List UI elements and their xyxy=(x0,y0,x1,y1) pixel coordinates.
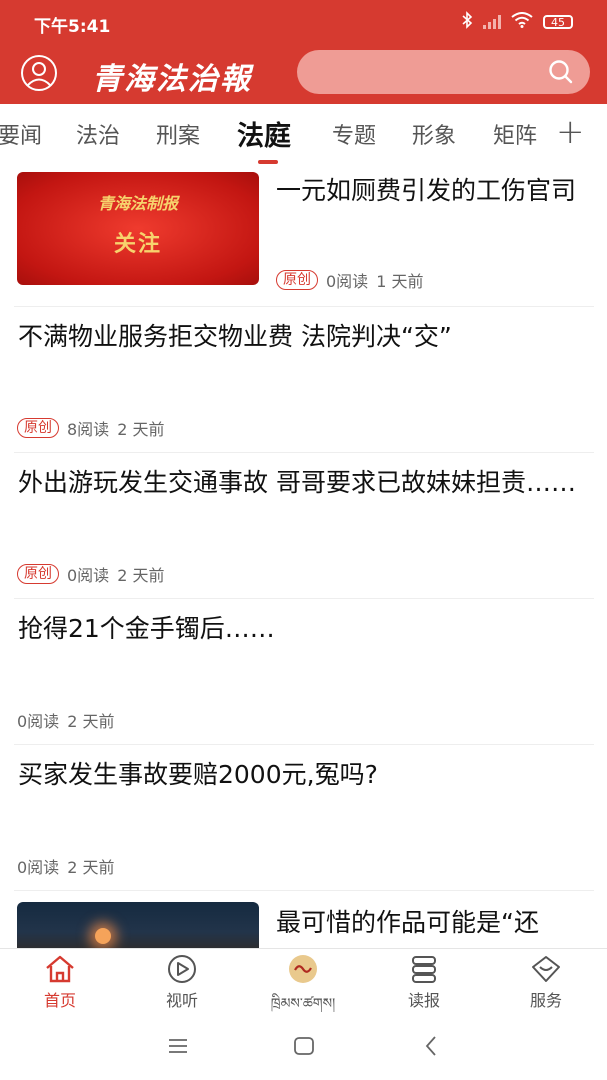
bottom-navigation: 首页 视听 ཁྲིམས་ཚགས། 读报 服务 xyxy=(0,948,607,1013)
nav-label: 读报 xyxy=(407,991,440,1010)
original-badge: 原创 xyxy=(17,418,59,438)
service-icon xyxy=(532,956,560,982)
wifi-icon xyxy=(511,12,533,32)
news-meta: 0阅读 2 天前 xyxy=(17,854,114,878)
news-title: 一元如厕费引发的工伤官司 xyxy=(276,176,577,205)
back-icon[interactable] xyxy=(420,1034,444,1058)
thumbnail-caption: 关注 xyxy=(113,232,162,257)
home-icon xyxy=(46,955,74,983)
nav-home[interactable]: 首页 xyxy=(15,953,105,1011)
news-item[interactable]: 抢得21个金手镯后…… 0阅读 2 天前 xyxy=(14,598,594,745)
news-item[interactable]: 外出游玩发生交通事故 哥哥要求已故妹妹担责…… 原创 0阅读 2 天前 xyxy=(14,452,594,599)
nav-service[interactable]: 服务 xyxy=(501,953,591,1011)
newspaper-icon xyxy=(412,956,436,983)
tab-xingan[interactable]: 刑案 xyxy=(156,118,200,150)
publish-time: 2 天前 xyxy=(117,420,165,439)
news-meta: 原创 0阅读 2 天前 xyxy=(17,562,164,586)
tab-xingxiang[interactable]: 形象 xyxy=(412,118,456,150)
add-tab-button[interactable]: + xyxy=(556,112,585,152)
news-title: 最可惜的作品可能是“还 xyxy=(276,908,539,937)
news-meta: 原创 0阅读 1 天前 xyxy=(276,268,423,292)
publish-time: 2 天前 xyxy=(67,858,115,877)
tab-fating[interactable]: 法庭 xyxy=(237,114,291,153)
read-count: 0阅读 xyxy=(17,858,60,877)
nav-label: 视听 xyxy=(165,991,198,1010)
news-thumbnail xyxy=(17,902,259,948)
read-count: 0阅读 xyxy=(326,272,369,291)
category-tabs: 要闻 法治 刑案 法庭 专题 形象 矩阵 + xyxy=(0,104,607,170)
thumbnail-logo: 青海法制报 xyxy=(97,194,178,213)
search-bar[interactable] xyxy=(297,50,590,94)
home-square-icon[interactable] xyxy=(292,1034,316,1058)
user-icon xyxy=(21,55,57,91)
news-item[interactable]: 最可惜的作品可能是“还 xyxy=(14,890,594,948)
news-thumbnail: 青海法制报 关注 xyxy=(17,172,259,285)
nav-newspaper[interactable]: 读报 xyxy=(379,953,469,1011)
news-title: 不满物业服务拒交物业费 法院判决“交” xyxy=(18,322,452,351)
news-title: 抢得21个金手镯后…… xyxy=(18,614,275,643)
nav-label: 服务 xyxy=(529,991,562,1010)
publish-time: 2 天前 xyxy=(117,566,165,585)
read-count: 0阅读 xyxy=(17,712,60,731)
user-profile-button[interactable] xyxy=(20,54,58,92)
battery-icon: 45 xyxy=(543,15,573,29)
menu-icon[interactable] xyxy=(166,1034,190,1058)
status-icons: 45 xyxy=(461,10,573,34)
read-count: 0阅读 xyxy=(67,566,110,585)
read-count: 8阅读 xyxy=(67,420,110,439)
news-item[interactable]: 青海法制报 关注 一元如厕费引发的工伤官司 原创 0阅读 1 天前 xyxy=(14,170,594,307)
nav-label: 首页 xyxy=(43,991,76,1010)
news-meta: 0阅读 2 天前 xyxy=(17,708,114,732)
status-time: 下午5:41 xyxy=(34,17,111,37)
nav-video[interactable]: 视听 xyxy=(137,953,227,1011)
active-tab-indicator xyxy=(258,160,278,164)
news-title: 买家发生事故要赔2000元,冤吗? xyxy=(18,760,378,789)
system-navigation-bar xyxy=(0,1012,607,1080)
news-meta: 原创 8阅读 2 天前 xyxy=(17,416,164,440)
tab-yaowen[interactable]: 要闻 xyxy=(0,118,42,150)
tab-juzhen[interactable]: 矩阵 xyxy=(493,118,537,150)
tab-fazhi[interactable]: 法治 xyxy=(76,118,120,150)
bluetooth-icon xyxy=(461,11,473,33)
tab-zhuanti[interactable]: 专题 xyxy=(332,118,376,150)
app-logo: 青海法治報 xyxy=(92,62,252,97)
news-item[interactable]: 不满物业服务拒交物业费 法院判决“交” 原创 8阅读 2 天前 xyxy=(14,306,594,453)
original-badge: 原创 xyxy=(276,270,318,290)
search-icon[interactable] xyxy=(548,59,574,85)
nav-label: ཁྲིམས་ཚགས། xyxy=(270,996,336,1012)
tibetan-logo-icon xyxy=(289,955,317,983)
original-badge: 原创 xyxy=(17,564,59,584)
news-item[interactable]: 买家发生事故要赔2000元,冤吗? 0阅读 2 天前 xyxy=(14,744,594,891)
publish-time: 1 天前 xyxy=(376,272,424,291)
app-header: 下午5:41 45 青海法治報 xyxy=(0,0,607,104)
publish-time: 2 天前 xyxy=(67,712,115,731)
cellular-signal-icon xyxy=(483,15,501,29)
play-icon xyxy=(168,955,196,983)
news-title: 外出游玩发生交通事故 哥哥要求已故妹妹担责…… xyxy=(18,468,576,497)
